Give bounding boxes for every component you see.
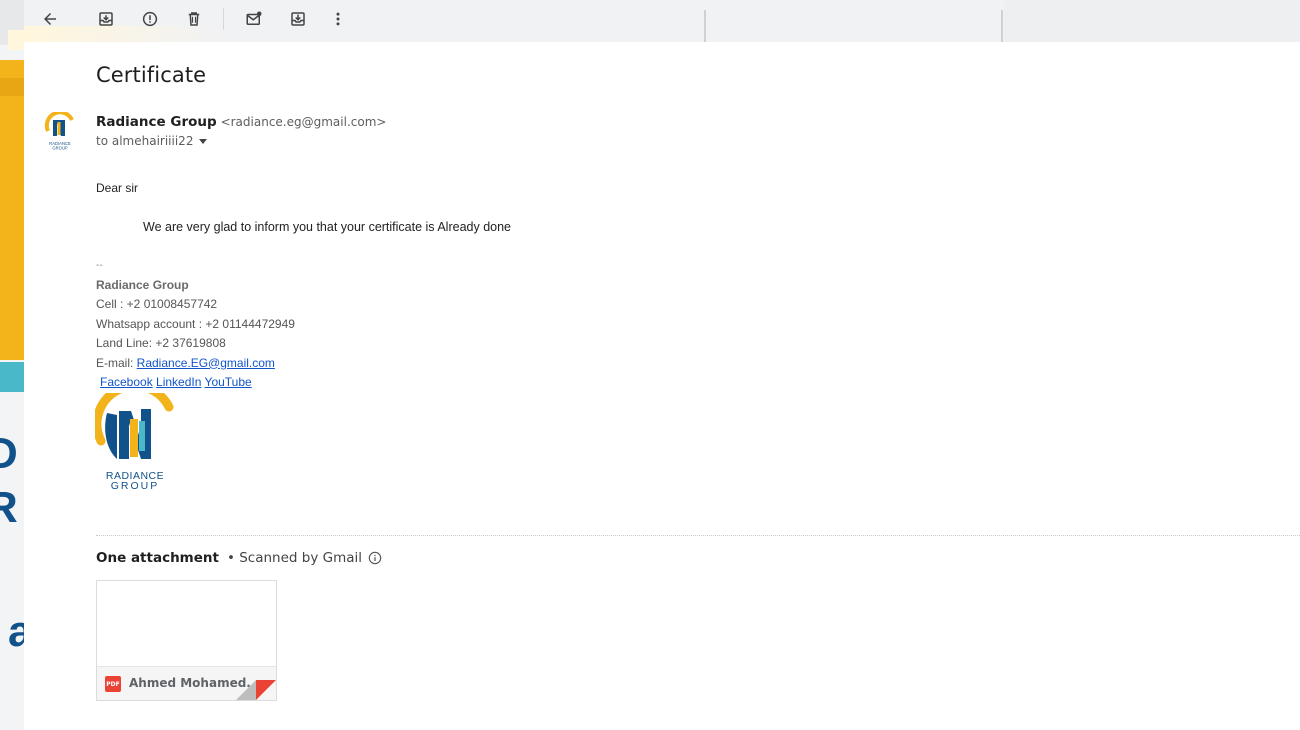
attachments-header: One attachment • Scanned by Gmail <box>96 550 382 566</box>
scan-status: • Scanned by Gmail <box>226 550 363 566</box>
sender-avatar[interactable]: RADIANCE GROUP <box>42 112 78 150</box>
arrow-left-icon <box>44 13 56 25</box>
sender-name[interactable]: Radiance Group <box>96 114 217 130</box>
toolbar-separator <box>223 8 224 30</box>
move-to-inbox-icon <box>291 12 305 26</box>
wallpaper-yellow-shape <box>0 60 24 360</box>
signature: -- Radiance Group Cell : +2 01008457742 … <box>96 256 295 393</box>
signature-whatsapp: Whatsapp account : +2 01144472949 <box>96 316 295 331</box>
recipient-line[interactable]: to almehairiiii22 <box>96 134 208 148</box>
signature-landline: Land Line: +2 37619808 <box>96 336 226 350</box>
svg-text:GROUP: GROUP <box>52 146 68 151</box>
wallpaper-letter: D <box>0 429 18 478</box>
radiance-group-logo: RADIANCE GROUP <box>95 393 174 491</box>
wallpaper-glow <box>8 30 24 50</box>
more-vertical-icon <box>336 12 340 26</box>
info-icon[interactable] <box>368 551 382 565</box>
youtube-link[interactable]: YouTube <box>205 375 252 389</box>
sender-line: Radiance Group <radiance.eg@gmail.com> <box>96 113 386 130</box>
signature-cell: Cell : +2 01008457742 <box>96 297 218 311</box>
recipient-text: to almehairiiii22 <box>96 134 194 148</box>
wallpaper-letter: R <box>0 483 18 532</box>
attachment-card[interactable]: PDF Ahmed Mohamed... <box>96 580 277 701</box>
toolbar-divider <box>704 10 706 42</box>
report-spam-button[interactable] <box>138 8 162 30</box>
wallpaper-yellow-bar <box>0 78 24 96</box>
mail-unread-icon <box>246 11 262 25</box>
email-greeting: Dear sir <box>96 181 139 195</box>
email-message: We are very glad to inform you that your… <box>143 220 512 234</box>
toolbar-divider <box>1001 10 1003 42</box>
attachment-count: One attachment <box>96 550 219 566</box>
archive-button[interactable] <box>94 8 118 30</box>
signature-email-label: E-mail: <box>96 355 137 370</box>
signature-social-links: Facebook LinkedIn YouTube <box>96 373 295 393</box>
pdf-icon: PDF <box>105 676 121 692</box>
signature-email-line: E-mail: Radiance.EG@gmail.com <box>96 354 295 374</box>
alert-circle-icon <box>142 11 158 27</box>
back-button[interactable] <box>38 8 62 30</box>
email-toolbar <box>24 0 1300 42</box>
attachments-divider <box>96 535 1300 536</box>
wallpaper-letter: a <box>8 607 24 656</box>
more-button[interactable] <box>326 8 350 30</box>
wallpaper-teal-band <box>0 362 24 392</box>
toolbar-pattern <box>1004 0 1300 42</box>
archive-icon <box>99 12 113 26</box>
email-subject: Certificate <box>96 63 207 87</box>
mark-unread-button[interactable] <box>242 8 266 30</box>
caret-down-icon[interactable] <box>199 138 208 144</box>
desktop-wallpaper: D R a <box>0 0 24 730</box>
linkedin-link[interactable]: LinkedIn <box>156 375 201 389</box>
signature-separator: -- <box>96 260 103 271</box>
svg-text:GROUP: GROUP <box>111 480 160 491</box>
sender-email: <radiance.eg@gmail.com> <box>220 115 387 129</box>
trash-icon <box>188 12 200 26</box>
delete-button[interactable] <box>182 8 206 30</box>
page-fold-icon <box>236 680 276 700</box>
move-to-button[interactable] <box>286 8 310 30</box>
facebook-link[interactable]: Facebook <box>100 375 153 389</box>
signature-company: Radiance Group <box>96 277 189 292</box>
signature-email-link[interactable]: Radiance.EG@gmail.com <box>137 356 275 370</box>
